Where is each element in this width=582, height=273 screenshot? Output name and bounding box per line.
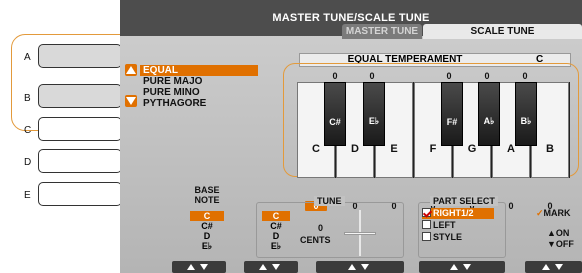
triangle-down-small-icon: ▼ (547, 239, 556, 249)
up-down-control[interactable] (244, 261, 298, 273)
mark-on-off[interactable]: ▲ON ▼OFF (547, 228, 574, 250)
button-letter-c: C (24, 125, 32, 136)
button-letter-e: E (24, 190, 31, 201)
triangle-up-icon[interactable] (125, 64, 137, 76)
black-key-value: 0 (369, 71, 375, 81)
tune-note-item[interactable]: D (262, 231, 290, 241)
part-select-label: PART SELECT (430, 196, 498, 206)
black-key-label: B♭ (520, 116, 532, 126)
part-select-right12-label: RIGHT1/2 (433, 208, 474, 218)
base-note-list[interactable]: C C# D E♭ (190, 211, 224, 251)
up-down-control[interactable] (525, 261, 582, 273)
mark-off-label: OFF (555, 239, 574, 249)
list-item-pure-major[interactable]: PURE MAJO (140, 76, 258, 87)
tune-label: TUNE (314, 196, 345, 206)
part-select-left[interactable]: LEFT (422, 220, 456, 231)
base-note-item[interactable]: E♭ (190, 241, 224, 251)
base-note-item[interactable]: C# (190, 221, 224, 231)
checkbox-icon (422, 220, 431, 229)
button-letter-b: B (24, 93, 31, 104)
tune-note-item[interactable]: C# (262, 221, 290, 231)
black-key-label: C# (329, 117, 341, 127)
black-key-value: 0 (522, 71, 528, 81)
triangle-up-small-icon: ▲ (547, 228, 556, 238)
mark-label: MARK (543, 208, 571, 218)
button-a[interactable] (38, 44, 122, 68)
checkmark-icon: ✓ (536, 208, 544, 218)
list-item-pure-minor[interactable]: PURE MINO (140, 87, 258, 98)
tune-note-item[interactable]: E♭ (262, 241, 290, 251)
button-d[interactable] (38, 149, 122, 173)
black-key-a-flat[interactable]: A♭ (478, 82, 500, 146)
black-key-e-flat[interactable]: E♭ (363, 82, 385, 146)
black-key-c-sharp[interactable]: C# (324, 82, 346, 146)
triangle-down-icon[interactable] (125, 95, 137, 107)
part-select-style-label: STYLE (433, 232, 463, 242)
part-select-style[interactable]: STYLE (422, 232, 462, 243)
white-key-label: B (546, 143, 554, 155)
black-key-label: F# (446, 117, 458, 127)
part-select-left-label: LEFT (433, 220, 456, 230)
black-key-b-flat[interactable]: B♭ (515, 82, 537, 146)
up-down-control[interactable] (419, 261, 505, 273)
tune-unit: CENTS (300, 235, 331, 245)
button-b[interactable] (38, 84, 122, 108)
tune-value: 0 (318, 223, 324, 233)
screen-title: MASTER TUNE/SCALE TUNE (272, 12, 430, 24)
black-key-value: 0 (484, 71, 490, 81)
black-key-label: A♭ (483, 116, 495, 126)
mark-toggle[interactable]: ✓MARK (536, 208, 571, 219)
base-note-label: BASE NOTE (190, 185, 224, 205)
mark-on-label: ON (555, 228, 570, 238)
list-item-equal[interactable]: EQUAL (140, 65, 258, 76)
black-key-value: 0 (332, 71, 338, 81)
keyboard: C D E F G A B C# E♭ F# A♭ B♭ (297, 82, 570, 178)
base-note-item[interactable]: C (190, 211, 224, 221)
black-key-value: 0 (446, 71, 452, 81)
base-note-label-line1: BASE (194, 185, 220, 195)
part-select-right12[interactable]: RIGHT1/2 (422, 208, 494, 219)
tab-master-tune[interactable]: MASTER TUNE (342, 24, 422, 39)
checkbox-icon (422, 232, 431, 241)
scale-type-list: EQUAL PURE MAJO PURE MINO PYTHAGORE (140, 65, 258, 109)
tune-slider[interactable] (340, 210, 380, 256)
tune-note-list[interactable]: C C# D E♭ (262, 211, 290, 251)
base-note-item[interactable]: D (190, 231, 224, 241)
button-e[interactable] (38, 182, 122, 206)
list-item-pythagorean[interactable]: PYTHAGORE (140, 98, 258, 109)
tab-scale-tune[interactable]: SCALE TUNE (423, 24, 582, 39)
checkbox-checked-icon (422, 208, 431, 217)
black-key-label: E♭ (368, 116, 380, 126)
button-letter-a: A (24, 52, 31, 63)
button-c[interactable] (38, 117, 122, 141)
up-down-control[interactable] (172, 261, 226, 273)
up-down-control[interactable] (316, 261, 404, 273)
black-key-f-sharp[interactable]: F# (441, 82, 463, 146)
base-note-label-line2: NOTE (194, 195, 220, 205)
button-letter-d: D (24, 157, 32, 168)
tune-note-item[interactable]: C (262, 211, 290, 221)
